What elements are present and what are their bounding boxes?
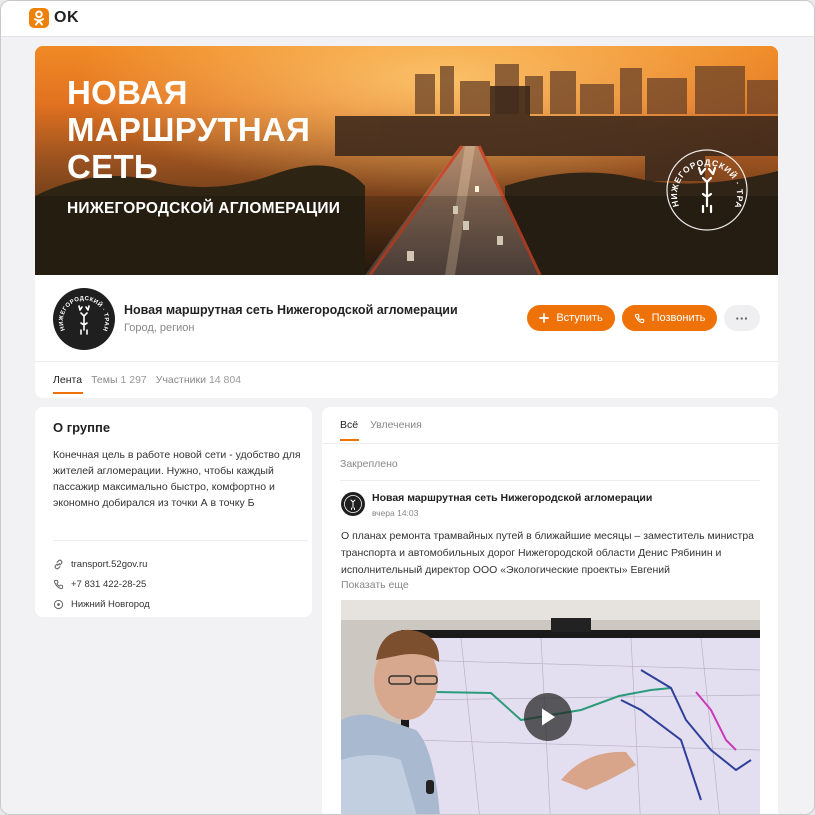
emblem-icon	[344, 495, 362, 513]
feed-tab-all[interactable]: Всё	[340, 419, 358, 431]
more-options-button[interactable]: ···	[724, 305, 760, 331]
call-button-label: Позвонить	[651, 312, 706, 324]
post-text: О планах ремонта трамвайных путей в ближ…	[341, 530, 755, 576]
play-icon	[542, 708, 555, 726]
cover-title: НОВАЯ МАРШРУТНАЯ СЕТЬ	[67, 74, 310, 185]
divider	[53, 540, 308, 541]
divider	[340, 480, 760, 481]
logo-text: OK	[54, 9, 79, 26]
phone-row[interactable]: +7 831 422-28-25	[53, 579, 146, 590]
active-feed-tab-indicator	[340, 439, 359, 441]
website-link[interactable]: transport.52gov.ru	[71, 559, 147, 570]
svg-text:НИЖЕГОРОДСКИЙ · ТРАНСПОРТ: НИЖЕГОРОДСКИЙ · ТРАНСПОРТ	[55, 290, 109, 332]
page-frame: OK НОВАЯ МАРШРУТНАЯ СЕТЬ НИЖЕГОРОДСКОЙ А…	[0, 0, 815, 815]
cover-image: НОВАЯ МАРШРУТНАЯ СЕТЬ НИЖЕГОРОДСКОЙ АГЛО…	[35, 46, 778, 275]
divider	[322, 443, 778, 444]
ok-logo-icon	[29, 8, 49, 28]
post-author-avatar[interactable]	[341, 492, 365, 516]
tab-label: Лента	[53, 374, 83, 386]
cover-title-line: НОВАЯ	[67, 74, 188, 111]
tab-label: Участники	[155, 374, 206, 386]
location-row: Нижний Новгород	[53, 599, 150, 610]
location-pin-icon	[53, 599, 65, 610]
tab-count: 14 804	[208, 374, 242, 386]
post-video[interactable]	[341, 600, 760, 814]
group-avatar[interactable]: НИЖЕГОРОДСКИЙ · ТРАНСПОРТ	[53, 288, 115, 350]
divider	[35, 361, 778, 362]
group-category: Город, регион	[124, 322, 195, 334]
link-icon	[53, 559, 65, 570]
tab-count: 1 297	[120, 374, 147, 386]
play-button[interactable]	[524, 693, 572, 741]
top-bar: OK	[1, 1, 814, 37]
group-title[interactable]: Новая маршрутная сеть Нижегородской агло…	[124, 303, 458, 317]
call-button[interactable]: Позвонить	[622, 305, 717, 331]
plus-icon	[539, 313, 550, 323]
tab-feed[interactable]: Лента	[53, 374, 82, 386]
join-button-label: Вступить	[556, 312, 603, 324]
show-more-link[interactable]: Показать еще	[341, 579, 409, 591]
feed-card: Всё Увлечения Закреплено Новая маршрутна…	[322, 407, 778, 814]
join-button[interactable]: Вступить	[527, 305, 615, 331]
feed-tabs: Всё Увлечения	[340, 419, 434, 431]
group-avatar-emblem-icon: НИЖЕГОРОДСКИЙ · ТРАНСПОРТ	[55, 290, 109, 335]
location-text: Нижний Новгород	[71, 599, 150, 610]
transport-emblem-icon: НИЖЕГОРОДСКИЙ · ТРАНСПОРТ	[663, 146, 748, 231]
cover-subtitle: НИЖЕГОРОДСКОЙ АГЛОМЕРАЦИИ	[67, 200, 341, 217]
about-card: О группе Конечная цель в работе новой се…	[35, 407, 312, 617]
post-author-name[interactable]: Новая маршрутная сеть Нижегородской агло…	[372, 492, 652, 504]
about-title: О группе	[53, 420, 111, 435]
more-dots-icon: ···	[735, 310, 749, 326]
ok-logo[interactable]: OK	[29, 8, 79, 28]
tab-members[interactable]: Участники 14 804	[156, 374, 241, 386]
phone-number[interactable]: +7 831 422-28-25	[71, 579, 146, 590]
tab-topics[interactable]: Темы 1 297	[91, 374, 147, 386]
phone-icon	[634, 313, 645, 324]
pinned-label: Закреплено	[340, 458, 398, 470]
group-header: НИЖЕГОРОДСКИЙ · ТРАНСПОРТ Новая маршрутн…	[35, 275, 778, 398]
cover-title-line: МАРШРУТНАЯ	[67, 111, 311, 148]
about-description: Конечная цель в работе новой сети - удоб…	[53, 449, 301, 509]
active-tab-indicator	[53, 392, 83, 394]
feed-tab-hobbies[interactable]: Увлечения	[370, 419, 422, 431]
website-row[interactable]: transport.52gov.ru	[53, 559, 147, 570]
group-tabs: Лента Темы 1 297 Участники 14 804	[53, 374, 250, 386]
phone-icon	[53, 579, 65, 590]
cover-title-line: СЕТЬ	[67, 148, 158, 185]
tab-label: Темы	[91, 374, 118, 386]
post-timestamp[interactable]: вчера 14:03	[372, 508, 418, 518]
